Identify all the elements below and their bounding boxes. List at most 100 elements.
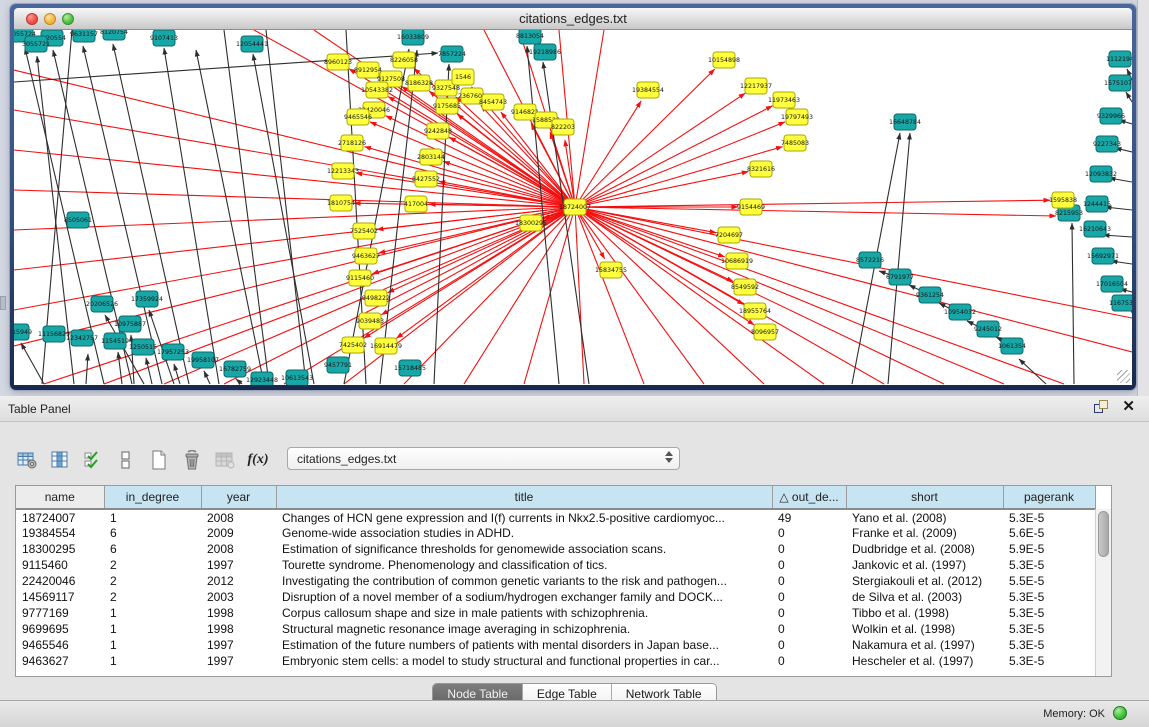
graph-node[interactable]: 822203 — [551, 119, 575, 135]
graph-node[interactable]: 12923448 — [246, 372, 278, 385]
cell-in_degree[interactable]: 2 — [104, 589, 201, 605]
cell-title[interactable]: Disruption of a novel member of a sodium… — [276, 589, 772, 605]
show-columns-icon[interactable] — [48, 448, 72, 472]
graph-node[interactable]: 18724007 — [559, 199, 591, 215]
cell-year[interactable]: 2008 — [201, 509, 276, 525]
cell-in_degree[interactable]: 1 — [104, 605, 201, 621]
graph-node[interactable]: 9465546 — [344, 109, 372, 125]
graph-node[interactable]: 7425402 — [339, 337, 367, 353]
graph-node[interactable]: 8549592 — [731, 279, 759, 295]
cell-title[interactable]: Structural magnetic resonance image aver… — [276, 621, 772, 637]
graph-node[interactable]: 16210643 — [1079, 221, 1111, 237]
cell-out_degree[interactable]: 0 — [772, 605, 846, 621]
graph-node[interactable]: 8226058 — [390, 52, 418, 68]
cell-short[interactable]: Yano et al. (2008) — [846, 509, 1003, 525]
cell-out_degree[interactable]: 0 — [772, 637, 846, 653]
left-panel-handle[interactable] — [0, 296, 6, 310]
graph-node[interactable]: 15692971 — [1087, 248, 1119, 264]
graph-node[interactable]: 2718126 — [338, 135, 366, 151]
cell-in_degree[interactable]: 1 — [104, 621, 201, 637]
cell-out_degree[interactable]: 0 — [772, 525, 846, 541]
graph-node[interactable]: 15718485 — [394, 360, 426, 376]
cell-in_degree[interactable]: 1 — [104, 637, 201, 653]
graph-node[interactable]: 10154898 — [708, 52, 740, 68]
cell-year[interactable]: 2009 — [201, 525, 276, 541]
graph-node[interactable]: 9457791 — [324, 357, 352, 373]
cell-short[interactable]: Jankovic et al. (1997) — [846, 557, 1003, 573]
table-row[interactable]: 969969511998Structural magnetic resonanc… — [16, 621, 1095, 637]
graph-node[interactable]: 1546 — [452, 69, 474, 85]
cell-pagerank[interactable]: 5.3E-5 — [1003, 621, 1095, 637]
cell-year[interactable]: 2012 — [201, 573, 276, 589]
cell-out_degree[interactable]: 0 — [772, 557, 846, 573]
table-row[interactable]: 1456911722003Disruption of a novel membe… — [16, 589, 1095, 605]
graph-node[interactable]: 2803144 — [417, 149, 445, 165]
table-row[interactable]: 946362711997Embryonic stem cells: a mode… — [16, 653, 1095, 669]
graph-node[interactable]: 7485083 — [781, 135, 809, 151]
cell-name[interactable]: 9465546 — [16, 637, 104, 653]
graph-node[interactable]: 12217937 — [740, 78, 772, 94]
cell-title[interactable]: Corpus callosum shape and size in male p… — [276, 605, 772, 621]
column-header-out_degree[interactable]: △ out_de... — [772, 486, 846, 509]
scrollbar-thumb[interactable] — [1098, 511, 1109, 557]
graph-node[interactable]: 11973463 — [768, 92, 800, 108]
cell-short[interactable]: Tibbo et al. (1998) — [846, 605, 1003, 621]
cell-pagerank[interactable]: 5.3E-5 — [1003, 589, 1095, 605]
graph-node[interactable]: 17016504 — [1096, 276, 1128, 292]
graph-node[interactable]: 19797493 — [781, 109, 813, 125]
column-header-year[interactable]: year — [201, 486, 276, 509]
cell-title[interactable]: Tourette syndrome. Phenomenology and cla… — [276, 557, 772, 573]
import-table-icon[interactable] — [213, 448, 237, 472]
cell-out_degree[interactable]: 49 — [772, 509, 846, 525]
graph-node[interactable]: 6791977 — [886, 269, 914, 285]
graph-node[interactable]: 9107413 — [150, 30, 178, 46]
cell-title[interactable]: Estimation of the future numbers of pati… — [276, 637, 772, 653]
graph-node[interactable]: 9227343 — [1093, 136, 1121, 152]
column-header-pagerank[interactable]: pagerank — [1003, 486, 1095, 509]
cell-title[interactable]: Changes of HCN gene expression and I(f) … — [276, 509, 772, 525]
table-row[interactable]: 977716911998Corpus callosum shape and si… — [16, 605, 1095, 621]
graph-node[interactable]: 8321616 — [747, 161, 775, 177]
cell-out_degree[interactable]: 0 — [772, 621, 846, 637]
graph-node[interactable]: 3055721 — [22, 36, 50, 52]
graph-node[interactable]: 19384554 — [632, 82, 664, 98]
network-canvas[interactable]: 2055724912055496311578120754305572191074… — [14, 30, 1132, 385]
graph-node[interactable]: 8427552 — [412, 171, 440, 187]
graph-node[interactable]: 10613543 — [281, 370, 313, 385]
cell-short[interactable]: Hescheler et al. (1997) — [846, 653, 1003, 669]
graph-node[interactable]: 16914479 — [370, 338, 402, 354]
graph-node[interactable]: 10686919 — [721, 253, 753, 269]
graph-node[interactable]: 9463627 — [352, 248, 380, 264]
graph-node[interactable]: 16648784 — [889, 114, 921, 130]
graph-node[interactable]: 1250515 — [129, 339, 157, 355]
cell-pagerank[interactable]: 5.6E-5 — [1003, 525, 1095, 541]
graph-node[interactable]: 1167533 — [1109, 295, 1132, 311]
cell-title[interactable]: Genome-wide association studies in ADHD. — [276, 525, 772, 541]
graph-node[interactable]: 1810754 — [327, 195, 355, 211]
graph-node[interactable]: 7857224 — [438, 46, 466, 62]
graph-node[interactable]: 9361254 — [916, 287, 944, 303]
cell-in_degree[interactable]: 2 — [104, 573, 201, 589]
graph-node[interactable]: 10543382 — [361, 82, 393, 98]
cell-in_degree[interactable]: 1 — [104, 509, 201, 525]
cell-pagerank[interactable]: 5.3E-5 — [1003, 605, 1095, 621]
graph-node[interactable]: 18955764 — [739, 303, 771, 319]
table-row[interactable]: 1938455462009Genome-wide association stu… — [16, 525, 1095, 541]
function-builder-icon[interactable]: f(x) — [246, 448, 270, 472]
graph-node[interactable]: 417004 — [404, 196, 428, 212]
graph-node[interactable]: 8454743 — [479, 94, 507, 110]
cell-out_degree[interactable]: 0 — [772, 541, 846, 557]
cell-in_degree[interactable]: 1 — [104, 653, 201, 669]
graph-node[interactable]: 17957253 — [157, 344, 189, 360]
cell-year[interactable]: 1997 — [201, 557, 276, 573]
table-row[interactable]: 1830029562008Estimation of significance … — [16, 541, 1095, 557]
graph-node[interactable]: 1154519 — [101, 333, 129, 349]
graph-node[interactable]: 20206526 — [86, 296, 118, 312]
graph-node[interactable]: 8186328 — [405, 75, 433, 91]
cell-in_degree[interactable]: 6 — [104, 541, 201, 557]
cell-out_degree[interactable]: 0 — [772, 653, 846, 669]
graph-node[interactable]: 8572216 — [856, 252, 884, 268]
cell-short[interactable]: Wolkin et al. (1998) — [846, 621, 1003, 637]
graph-node[interactable]: 1061354 — [998, 338, 1026, 354]
cell-name[interactable]: 9777169 — [16, 605, 104, 621]
